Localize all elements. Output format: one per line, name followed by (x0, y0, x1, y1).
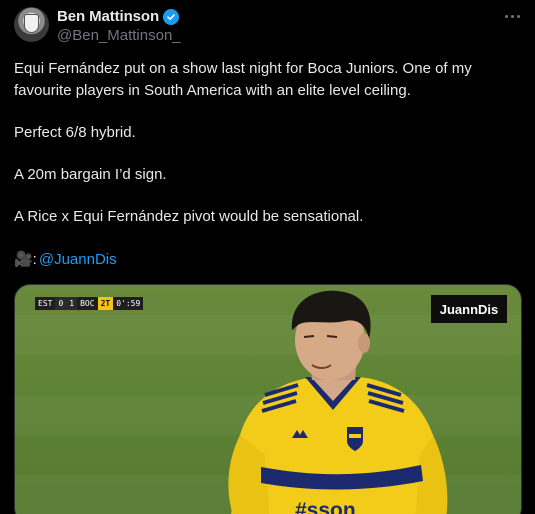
scorebug-period: 2T (97, 297, 114, 310)
match-scorebug: EST 0 1 BOC 2T 0':59 (35, 297, 144, 310)
video-credit: 🎥: @JuannDis (14, 249, 117, 271)
tweet-paragraph-3: A 20m bargain I’d sign. (14, 166, 167, 183)
author-name-row: Ben Mattinson (57, 8, 180, 25)
tweet-card[interactable]: Ben Mattinson @Ben_Mattinson_ Equi Ferná… (0, 0, 535, 514)
credit-mention-link[interactable]: @JuannDis (39, 249, 117, 271)
author-handle[interactable]: @Ben_Mattinson_ (57, 27, 181, 44)
jersey-sponsor-text: #sson (295, 499, 356, 514)
tweet-paragraph-4: A Rice x Equi Fernández pivot would be s… (14, 208, 364, 225)
author-display-name[interactable]: Ben Mattinson (57, 8, 159, 25)
tweet-video[interactable]: #sson EST 0 1 BOC 2T 0':59 JuannDis (14, 284, 522, 514)
video-camera-icon: 🎥: (14, 251, 37, 268)
tweet-paragraph-2: Perfect 6/8 hybrid. (14, 124, 136, 141)
avatar-crest-icon (24, 14, 39, 33)
scorebug-away-team: BOC (77, 297, 98, 310)
scorebug-home-score: 0 (55, 297, 67, 310)
verified-badge-icon[interactable] (163, 8, 180, 25)
scorebug-home-team: EST (35, 297, 56, 310)
more-options-icon[interactable] (500, 8, 524, 24)
tweet-paragraph-1: Equi Fernández put on a show last night … (14, 60, 476, 99)
author-avatar[interactable] (14, 7, 49, 42)
video-watermark: JuannDis (431, 295, 507, 323)
scorebug-away-score: 1 (66, 297, 78, 310)
scorebug-clock: 0':59 (113, 297, 144, 310)
